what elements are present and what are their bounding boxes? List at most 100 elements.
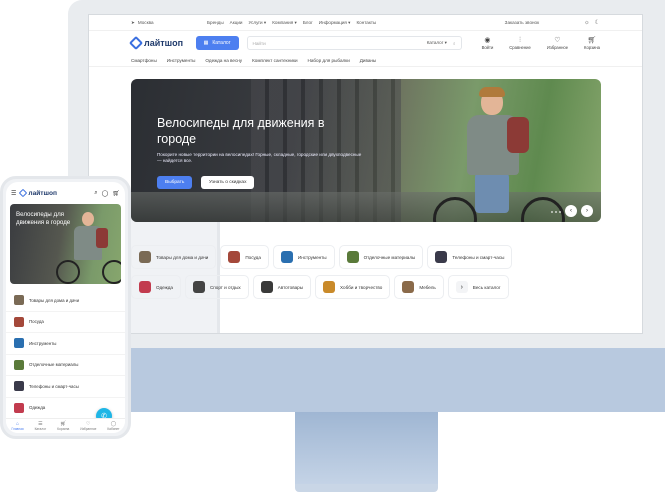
- subnav-item[interactable]: Диваны: [360, 58, 376, 63]
- category-chip[interactable]: Автотовары: [252, 275, 312, 299]
- tab-catalog[interactable]: ☰ Каталог: [34, 421, 47, 431]
- subnav-item[interactable]: Инструменты: [167, 58, 196, 63]
- hero-cyclist-image: [433, 87, 565, 222]
- category-chip-label: Хобби и творчество: [340, 284, 383, 290]
- subnav-item[interactable]: Набор для рыбалки: [308, 58, 350, 63]
- logo-mark-icon: [128, 35, 144, 51]
- category-chip-label: Спорт и отдых: [209, 284, 241, 290]
- category-chip[interactable]: Хобби и творчество: [315, 275, 391, 299]
- tab-cart[interactable]: 🛒︎ Корзина: [57, 421, 70, 431]
- logo[interactable]: лайтшоп: [128, 35, 188, 51]
- list-item[interactable]: Телефоны и смарт-часы: [6, 376, 125, 398]
- search-icon[interactable]: ⌕: [453, 41, 456, 46]
- list-item-label: Товары для дома и дачи: [29, 297, 80, 303]
- settings-icon[interactable]: ☼: [584, 20, 590, 26]
- category-chip[interactable]: Одежда: [131, 275, 181, 299]
- hero-title: Велосипеды для движения в городе: [157, 116, 325, 146]
- top-menu-item[interactable]: Компания ▾: [272, 20, 297, 26]
- tab-home[interactable]: ⌂ Главная: [11, 421, 24, 431]
- list-item-label: Инструменты: [29, 340, 57, 346]
- category-chip[interactable]: Инструменты: [272, 245, 335, 269]
- login-label: Войти: [481, 44, 494, 50]
- tab-label: Корзина: [57, 426, 70, 431]
- top-bar: ➤ Москва Бренды Акции Услуги ▾ Компания …: [89, 15, 642, 333]
- category-row: Одежда Спорт и отдых Автотовары Хобби и тво…: [131, 275, 601, 299]
- category-chip[interactable]: Посуда: [220, 245, 269, 269]
- grid-icon: ▦: [203, 40, 209, 46]
- hero-choose-button[interactable]: Выбрать: [157, 176, 193, 189]
- top-menu-item[interactable]: Бренды: [207, 20, 224, 26]
- category-chip-label: Телефоны и смарт-часы: [452, 254, 505, 260]
- top-menu: Бренды Акции Услуги ▾ Компания ▾ Блог Ин…: [207, 20, 505, 26]
- location-selector[interactable]: ➤ Москва: [131, 20, 207, 26]
- category-thumbnail-icon: [323, 281, 336, 293]
- compare-button[interactable]: ⫶ Сравнение: [509, 37, 531, 50]
- catalog-button[interactable]: ▦ Каталог: [195, 36, 239, 50]
- cyclist-hair-image: [479, 87, 505, 97]
- top-menu-item[interactable]: Услуги ▾: [249, 20, 267, 26]
- category-thumbnail-icon: [260, 281, 273, 293]
- tab-heart[interactable]: ♡ Избранное: [80, 421, 96, 431]
- phone-frame: ☰ лайтшоп ⌕ ◯ 🛒︎ Велосипеды для движения…: [0, 176, 131, 439]
- cyclist-backpack-image: [507, 117, 529, 153]
- compare-label: Сравнение: [509, 44, 531, 50]
- category-chip-label: Автотовары: [277, 284, 304, 290]
- list-item[interactable]: Отделочные материалы: [6, 355, 125, 376]
- login-icon: ◉: [484, 36, 491, 44]
- category-chip[interactable]: Отделочные материалы: [338, 245, 424, 269]
- category-chip[interactable]: Телефоны и смарт-часы: [427, 245, 513, 269]
- tab-user[interactable]: ◯ Кабинет: [107, 421, 119, 431]
- monitor-chin: [68, 348, 665, 412]
- search-scope-select[interactable]: Каталог ▾: [427, 40, 447, 46]
- cyclist-head-image: [82, 212, 94, 226]
- category-chip-label: Инструменты: [297, 254, 327, 260]
- mobile-header: ☰ лайтшоп ⌕ ◯ 🛒︎: [6, 182, 125, 204]
- category-thumbnail-icon: [14, 316, 24, 327]
- top-menu-item[interactable]: Акции: [230, 20, 243, 26]
- hamburger-icon[interactable]: ☰: [11, 190, 16, 197]
- search-icon[interactable]: ⌕: [94, 190, 97, 197]
- subnav-item[interactable]: Одежда на весну: [205, 58, 242, 63]
- list-item-label: Одежда: [29, 405, 46, 411]
- mobile-tab-bar: ⌂ Главная ☰ Каталог 🛒︎ Корзина ♡ Избранное ◯ Каби…: [6, 418, 125, 433]
- mobile-logo[interactable]: лайтшоп: [19, 188, 90, 198]
- cyclist-backpack-image: [96, 228, 108, 248]
- category-chip[interactable]: Спорт и отдых: [184, 275, 249, 299]
- top-menu-item[interactable]: Контакты: [356, 20, 376, 26]
- subnav-item[interactable]: Комплект сантехники: [252, 58, 297, 63]
- mobile-logo-text: лайтшоп: [28, 189, 58, 197]
- user-icon[interactable]: ◯: [102, 190, 109, 197]
- monitor-stand: [295, 412, 438, 484]
- search-input[interactable]: Найти Каталог ▾ ⌕: [246, 36, 462, 50]
- list-item[interactable]: Инструменты: [6, 333, 125, 355]
- header: лайтшоп ▦ Каталог Найти Каталог ▾ ⌕ ◉ Во…: [89, 31, 642, 55]
- category-thumbnail-icon: [280, 251, 293, 263]
- hero-discounts-button[interactable]: Узнать о скидках: [201, 176, 255, 189]
- bike-wheel-image: [102, 260, 121, 284]
- dark-mode-icon[interactable]: ☾: [595, 19, 600, 26]
- category-chip[interactable]: Товары для дома и дачи: [131, 245, 217, 269]
- cart-button[interactable]: 🛒︎ Корзина: [584, 37, 600, 50]
- cart-label: Корзина: [584, 44, 600, 50]
- category-thumbnail-icon: [14, 338, 24, 349]
- favorites-button[interactable]: ♡ Избранное: [547, 37, 568, 50]
- category-chip[interactable]: Мебель: [394, 275, 444, 299]
- category-chip[interactable]: › Весь каталог: [447, 275, 509, 299]
- top-menu-item[interactable]: Информация ▾: [319, 20, 351, 26]
- slider-dots[interactable]: [551, 211, 561, 213]
- login-button[interactable]: ◉ Войти: [482, 37, 494, 50]
- tab-label: Каталог: [34, 426, 47, 431]
- cart-icon[interactable]: 🛒︎: [112, 190, 120, 197]
- subnav-item[interactable]: Смартфоны: [131, 58, 157, 63]
- slider-prev-icon[interactable]: ‹: [565, 205, 577, 217]
- mobile-hero-banner[interactable]: Велосипеды для движения в городе: [10, 204, 121, 284]
- list-item[interactable]: Посуда: [6, 312, 125, 333]
- category-thumbnail-icon: [14, 381, 24, 392]
- list-item[interactable]: Товары для дома и дачи: [6, 290, 125, 312]
- tab-label: Главная: [11, 426, 24, 431]
- slider-next-icon[interactable]: ›: [581, 205, 593, 217]
- sub-navigation: Смартфоны Инструменты Одежда на весну Ко…: [89, 55, 642, 67]
- callback-link[interactable]: Заказать звонок: [505, 20, 539, 25]
- top-menu-item[interactable]: Блог: [303, 20, 313, 26]
- category-thumbnail-icon: [14, 295, 24, 306]
